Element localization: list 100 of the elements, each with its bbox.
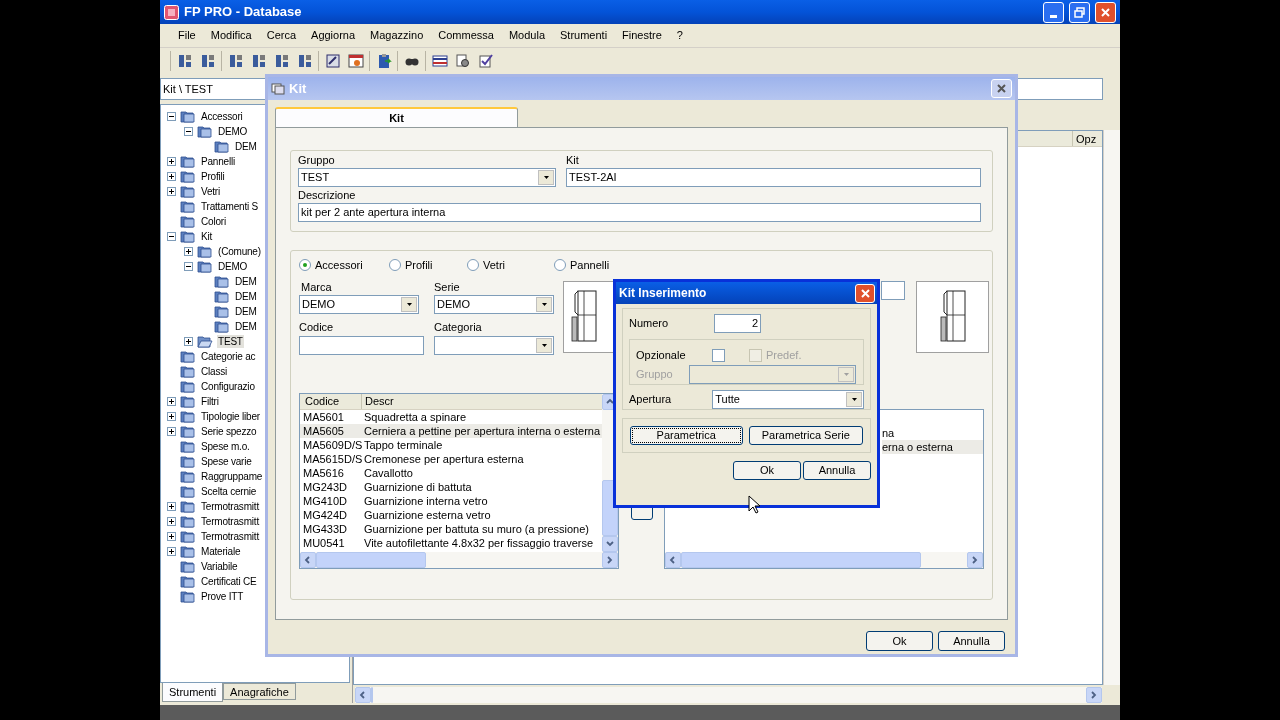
table-cell-text: MG433D [302,522,349,536]
tree-item[interactable]: Raggruppame [200,470,264,483]
tree-item[interactable]: Kit [200,230,214,243]
tree-item[interactable]: Termotrasmitt [200,500,260,513]
column-header[interactable]: Opz [1072,131,1102,146]
menu-item[interactable]: ? [676,27,683,44]
menu-item[interactable]: Modula [508,27,545,44]
combo-box[interactable]: TEST [298,168,556,187]
input-field[interactable]: kit per 2 ante apertura interna [298,203,981,222]
tree-item[interactable]: Spese varie [200,455,253,468]
tree-item[interactable]: Certificati CE [200,575,258,588]
radio-button[interactable]: Vetri [467,256,554,274]
menu-item[interactable]: Aggiorna [311,27,356,44]
tree-item[interactable]: DEM [234,305,258,318]
radio-button[interactable]: Profili [389,256,467,274]
table-cell-text: MU0541 [302,536,346,550]
tree-item[interactable]: Vetri [200,185,221,198]
table-cell-text: MA5616 [302,466,345,480]
tab[interactable]: Anagrafiche [223,683,296,700]
field-label: Serie [434,281,461,294]
parametric-button[interactable]: Parametrica Serie [748,426,863,445]
field-label: Descrizione [298,189,357,202]
menu-item[interactable]: Strumenti [560,27,608,44]
list-row[interactable]: MA5609D/STappo terminale [300,438,603,452]
input-field[interactable]: TEST-2AI [566,168,981,187]
list-row[interactable]: MG424D Guarnizione esterna vetro [300,508,603,522]
menu-item[interactable]: Modifica [210,27,252,44]
table-cell-text: Vite autofilettante 4.8x32 per fissaggio traverse [363,536,595,550]
list-row[interactable]: MA5601 Squadretta a spinare [300,410,603,424]
table-cell-text: Cavallotto [363,466,414,480]
dialog-button[interactable]: Annulla [803,461,871,480]
combo-box[interactable]: DEMO [299,295,419,314]
tree-item[interactable]: Variabile [200,560,239,573]
tab[interactable]: Strumenti [162,683,224,702]
combo-box[interactable]: DEMO [434,295,554,314]
table-cell-text: MA5601 [302,410,345,424]
tree-item[interactable]: Spese m.o. [200,440,251,453]
tree-item[interactable]: DEM [234,275,258,288]
tree-item[interactable]: Configurazio [200,380,256,393]
menu-item[interactable]: Magazzino [370,27,424,44]
list-row[interactable]: MU0541 Vite autofilettante 4.8x32 per fissaggio traverse [300,536,603,550]
tree-item[interactable]: Prove ITT [200,590,245,603]
tree-item[interactable]: Materiale [200,545,242,558]
tree-item[interactable]: DEM [234,320,258,333]
menu-item[interactable]: Commessa [438,27,494,44]
tree-item[interactable]: Filtri [200,395,220,408]
tree-item[interactable]: Termotrasmitt [200,530,260,543]
combo-box[interactable]: Tutte [712,390,864,409]
column-header[interactable]: Codice [300,394,362,409]
input-field[interactable]: 2 [714,314,761,333]
menu-item[interactable]: Cerca [266,27,297,44]
table-cell-text: Squadretta a spinare [363,410,468,424]
field-label: Gruppo [636,368,674,381]
menu-item[interactable]: Finestre [622,27,662,44]
radio-button[interactable]: Accessori [299,256,389,274]
tree-item[interactable]: DEMO [217,260,249,273]
list-row[interactable]: MA5615D/SCremonese per apertura esterna [300,452,603,466]
list-row[interactable]: erna o esterna [882,440,983,454]
tree-item[interactable]: Profili [200,170,226,183]
tree-item[interactable]: Accessori [200,110,244,123]
tree-item[interactable]: Scelta cernie [200,485,258,498]
tree-item[interactable]: (Comune) [217,245,262,258]
tree-item[interactable]: Pannelli [200,155,236,168]
tree-item[interactable]: Categorie ac [200,350,257,363]
tree-item[interactable]: Serie spezzo [200,425,258,438]
list-row[interactable]: MG410D Guarnizione interna vetro [300,494,603,508]
tree-item[interactable]: Tipologie liber [200,410,261,423]
menu-item[interactable]: File [178,27,196,44]
table-cell-text: Guarnizione di battuta [363,480,473,494]
list-row[interactable]: MG433D Guarnizione per battuta su muro (a pressione) [300,522,603,536]
tree-item[interactable]: DEMO [217,125,249,138]
list-row[interactable]: MG243D Guarnizione di battuta [300,480,603,494]
column-header[interactable]: Descr [362,394,603,409]
parametric-button[interactable]: Parametrica [630,426,743,445]
dialog-button[interactable]: Ok [866,631,933,651]
list-row[interactable]: na [882,426,983,440]
tree-item[interactable]: Termotrasmitt [200,515,260,528]
field-label: Codice [299,321,335,334]
field-label: Opzionale [636,349,687,362]
list-row[interactable]: MA5605 Cerniera a pettine per apertura interna o esterna [300,424,603,438]
table-cell-text: Guarnizione per battuta su muro (a pressione) [363,522,590,536]
radio-button[interactable]: Pannelli [554,256,634,274]
field-label: Gruppo [298,154,336,167]
table-cell-text: MG243D [302,480,349,494]
field-label: Kit [566,154,580,167]
dialog-title: Kit Inserimento [619,285,707,302]
table-cell-text: Tappo terminale [363,438,444,452]
dialog-button[interactable]: Ok [733,461,801,480]
table-cell-text: Guarnizione esterna vetro [363,508,492,522]
tree-item[interactable]: DEM [234,290,258,303]
field-label: Predef. [766,349,802,362]
tree-item[interactable]: Trattamenti S [200,200,260,213]
tree-item[interactable]: Classi [200,365,229,378]
tree-item[interactable]: DEM [234,140,258,153]
table-cell-text: MA5609D/S [302,438,362,452]
tree-item[interactable]: TEST [217,335,244,348]
tree-item[interactable]: Colori [200,215,227,228]
list-row[interactable]: MA5616 Cavallotto [300,466,603,480]
tab[interactable]: Kit [275,107,518,127]
dialog-button[interactable]: Annulla [938,631,1005,651]
